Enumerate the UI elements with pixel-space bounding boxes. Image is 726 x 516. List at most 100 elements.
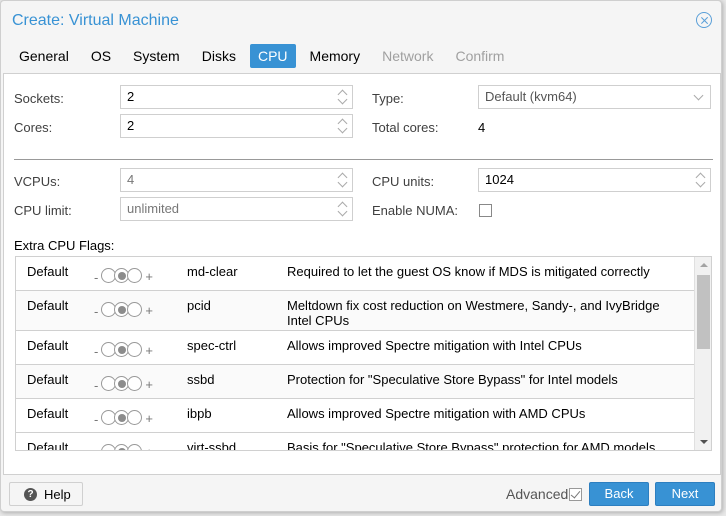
advanced-label: Advanced	[506, 486, 569, 502]
extra-cpu-flags-label: Extra CPU Flags:	[14, 238, 115, 253]
cpu-panel: Sockets: 2 Cores: 2 Type: Default (kvm64…	[3, 73, 721, 475]
enable-numa-label: Enable NUMA:	[372, 203, 458, 218]
sockets-value: 2	[127, 89, 135, 104]
flag-state: Default	[27, 372, 69, 387]
flag-name: pcid	[187, 298, 211, 313]
scrollbar-thumb[interactable]	[697, 275, 710, 349]
dialog-title: Create: Virtual Machine	[12, 12, 179, 29]
tab-confirm: Confirm	[455, 48, 505, 64]
section-divider	[14, 159, 713, 160]
minus-label: -	[94, 446, 98, 450]
spinner-icon[interactable]	[337, 201, 347, 217]
flag-name: ibpb	[187, 406, 212, 421]
flag-state: Default	[27, 338, 69, 353]
cpu-limit-label: CPU limit:	[14, 203, 72, 218]
tab-general[interactable]: General	[11, 44, 77, 68]
tab-cpu[interactable]: CPU	[249, 44, 296, 68]
dialog-footer: ? Help Advanced Back Next	[1, 477, 721, 511]
vertical-scrollbar[interactable]	[694, 257, 711, 450]
spinner-icon[interactable]	[695, 172, 705, 188]
table-row: Default - + ssbd Protection for "Specula…	[16, 365, 694, 399]
total-cores-value: 4	[478, 120, 486, 135]
flag-description: Allows improved Spectre mitigation with …	[287, 338, 582, 353]
radio-on[interactable]	[127, 268, 143, 283]
flag-description: Protection for "Speculative Store Bypass…	[287, 372, 618, 387]
spinner-icon[interactable]	[337, 172, 347, 188]
flag-name: ssbd	[187, 372, 215, 387]
plus-label: +	[145, 377, 153, 392]
plus-label: +	[145, 445, 153, 450]
cpu-units-label: CPU units:	[372, 174, 435, 189]
tri-state-toggle: - +	[94, 300, 153, 319]
minus-label: -	[94, 270, 99, 285]
type-label: Type:	[372, 91, 404, 106]
vcpus-field[interactable]: 4	[120, 168, 353, 192]
tri-state-toggle: - +	[94, 408, 153, 427]
plus-label: +	[145, 411, 153, 426]
wizard-tabs: General OS System Disks CPU Memory Netwo…	[11, 44, 518, 68]
type-select[interactable]: Default (kvm64)	[478, 85, 711, 109]
close-icon[interactable]	[696, 12, 712, 28]
radio-on[interactable]	[127, 444, 143, 450]
plus-label: +	[145, 303, 153, 318]
tab-memory[interactable]: Memory	[302, 44, 369, 68]
advanced-checkbox[interactable]	[569, 488, 582, 501]
cpu-units-value: 1024	[485, 172, 514, 187]
table-row: Default - + md-clear Required to let the…	[16, 257, 694, 291]
chevron-down-icon[interactable]	[693, 90, 704, 101]
minus-label: -	[94, 304, 99, 319]
flag-description: Required to let the guest OS know if MDS…	[287, 264, 650, 279]
radio-on[interactable]	[127, 376, 143, 391]
plus-label: +	[145, 269, 153, 284]
tri-state-toggle: - +	[94, 340, 153, 359]
question-circle-icon: ?	[24, 487, 37, 501]
flag-state: Default	[27, 440, 69, 451]
cores-value: 2	[127, 118, 135, 133]
minus-label: -	[94, 412, 99, 427]
flag-name: spec-ctrl	[187, 338, 237, 353]
create-vm-dialog: Create: Virtual Machine General OS Syste…	[0, 0, 722, 512]
enable-numa-checkbox[interactable]	[479, 204, 492, 217]
flag-description: Basis for "Speculative Store Bypass" pro…	[287, 440, 656, 451]
total-cores-label: Total cores:	[372, 120, 439, 135]
spinner-icon[interactable]	[337, 89, 347, 105]
tri-state-toggle: - +	[94, 266, 153, 285]
tab-disks[interactable]: Disks	[194, 44, 244, 68]
vcpus-value: 4	[127, 172, 135, 187]
cpu-limit-value: unlimited	[127, 201, 180, 216]
type-value: Default (kvm64)	[485, 89, 577, 104]
flag-name: md-clear	[187, 264, 238, 279]
table-row: Default - + pcid Meltdown fix cost reduc…	[16, 291, 694, 331]
radio-on[interactable]	[127, 342, 143, 357]
cores-label: Cores:	[14, 120, 53, 135]
table-row: Default - + spec-ctrl Allows improved Sp…	[16, 331, 694, 365]
flag-state: Default	[27, 298, 69, 313]
cpu-units-field[interactable]: 1024	[478, 168, 711, 192]
cpu-flags-grid: Default - + md-clear Required to let the…	[15, 256, 712, 451]
radio-on[interactable]	[127, 302, 143, 317]
flag-description: Meltdown fix cost reduction on Westmere,…	[287, 298, 660, 328]
flag-state: Default	[27, 264, 69, 279]
back-button[interactable]: Back	[589, 482, 649, 506]
scroll-down-arrow-icon[interactable]	[700, 440, 708, 444]
scroll-up-arrow-icon[interactable]	[700, 263, 708, 267]
cores-field[interactable]: 2	[120, 114, 353, 138]
cpu-limit-field[interactable]: unlimited	[120, 197, 353, 221]
flag-name: virt-ssbd	[187, 440, 237, 451]
sockets-label: Sockets:	[14, 91, 64, 106]
tri-state-toggle: - +	[94, 442, 153, 450]
tab-system[interactable]: System	[125, 44, 188, 68]
radio-on[interactable]	[127, 410, 143, 425]
flag-state: Default	[27, 406, 69, 421]
table-row: Default - + virt-ssbd Basis for "Specula…	[16, 433, 694, 451]
spinner-icon[interactable]	[337, 118, 347, 134]
sockets-field[interactable]: 2	[120, 85, 353, 109]
minus-label: -	[94, 344, 99, 359]
next-button[interactable]: Next	[655, 482, 715, 506]
tab-os[interactable]: OS	[83, 44, 119, 68]
table-row: Default - + ibpb Allows improved Spectre…	[16, 399, 694, 433]
help-button[interactable]: ? Help	[9, 482, 83, 506]
plus-label: +	[145, 343, 153, 358]
minus-label: -	[94, 378, 99, 393]
tri-state-toggle: - +	[94, 374, 153, 393]
